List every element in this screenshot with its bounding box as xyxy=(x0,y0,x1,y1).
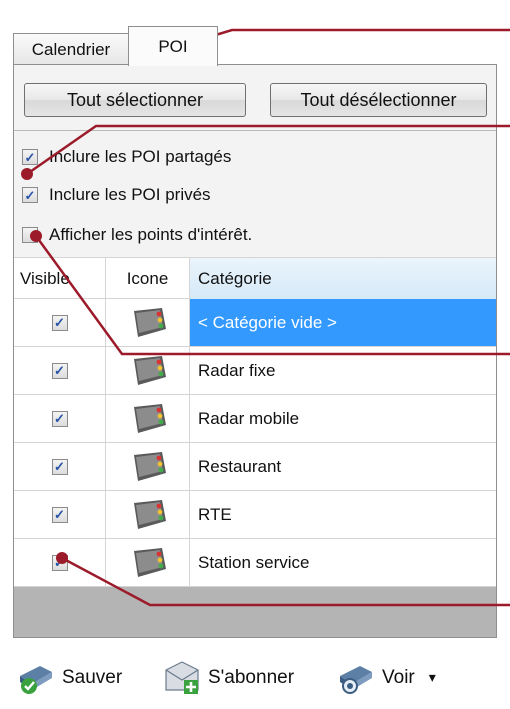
chevron-down-icon[interactable]: ▾ xyxy=(429,669,436,686)
category-cell: RTE xyxy=(198,504,232,524)
checkmark-icon: ✓ xyxy=(54,555,65,570)
poi-category-grid: Visible Icone Catégorie ✓ < Catégorie vi… xyxy=(14,257,496,637)
tab-poi[interactable]: POI xyxy=(128,26,218,66)
select-all-button[interactable]: Tout sélectionner xyxy=(24,83,246,117)
divider xyxy=(14,130,496,131)
table-row[interactable]: ✓ < Catégorie vide > xyxy=(14,299,496,347)
show-poi-option[interactable]: Afficher les points d'intérêt. xyxy=(22,222,252,248)
grid-header: Visible Icone Catégorie xyxy=(14,257,496,299)
column-header-visible[interactable]: Visible xyxy=(14,258,106,299)
checkmark-icon: ✓ xyxy=(24,149,36,165)
category-cell: Station service xyxy=(198,552,310,572)
visible-checkbox[interactable]: ✓ xyxy=(51,362,68,379)
show-poi-checkbox[interactable] xyxy=(22,227,38,243)
deselect-all-button[interactable]: Tout désélectionner xyxy=(270,83,487,117)
option-label: Inclure les POI privés xyxy=(49,185,211,204)
visible-checkbox[interactable]: ✓ xyxy=(51,410,68,427)
visible-checkbox[interactable]: ✓ xyxy=(51,506,68,523)
category-cell: Radar mobile xyxy=(198,408,300,428)
tab-calendrier[interactable]: Calendrier xyxy=(13,33,129,65)
view-icon xyxy=(340,665,372,694)
grid-empty-area xyxy=(14,587,496,637)
table-row[interactable]: ✓ Radar mobile xyxy=(14,395,496,443)
visible-checkbox[interactable]: ✓ xyxy=(51,314,68,331)
option-label: Inclure les POI partagés xyxy=(49,147,232,166)
poi-category-icon xyxy=(133,451,166,481)
save-icon xyxy=(20,665,52,694)
save-label: Sauver xyxy=(62,666,123,688)
poi-category-icon xyxy=(133,499,166,529)
visible-checkbox[interactable]: ✓ xyxy=(51,458,68,475)
include-private-poi-checkbox[interactable]: ✓ xyxy=(22,187,38,203)
bottom-toolbar: Sauver S'abonner Voir ▾ xyxy=(0,650,510,705)
subscribe-icon xyxy=(165,660,199,694)
checkmark-icon: ✓ xyxy=(54,315,65,330)
checkmark-icon: ✓ xyxy=(54,363,65,378)
option-label: Afficher les points d'intérêt. xyxy=(49,225,253,244)
view-label: Voir xyxy=(382,666,415,688)
column-header-icone[interactable]: Icone xyxy=(106,258,190,299)
category-cell: Restaurant xyxy=(198,456,282,476)
column-header-categorie[interactable]: Catégorie xyxy=(190,258,496,299)
category-cell: < Catégorie vide > xyxy=(190,299,496,346)
subscribe-label: S'abonner xyxy=(208,666,295,688)
include-shared-poi-checkbox[interactable]: ✓ xyxy=(22,149,38,165)
poi-category-icon xyxy=(133,403,166,433)
category-cell: Radar fixe xyxy=(198,360,276,380)
table-row[interactable]: ✓ Restaurant xyxy=(14,443,496,491)
checkmark-icon: ✓ xyxy=(54,507,65,522)
include-shared-poi-option[interactable]: ✓ Inclure les POI partagés xyxy=(22,144,231,170)
tab-strip: Calendrier POI xyxy=(0,0,510,66)
table-row[interactable]: ✓ Radar fixe xyxy=(14,347,496,395)
poi-category-icon xyxy=(133,547,166,577)
checkmark-icon: ✓ xyxy=(54,459,65,474)
save-button[interactable]: Sauver xyxy=(16,650,122,705)
subscribe-button[interactable]: S'abonner xyxy=(162,650,294,705)
table-row[interactable]: ✓ Station service xyxy=(14,539,496,587)
poi-category-icon xyxy=(133,355,166,385)
view-button[interactable]: Voir ▾ xyxy=(336,650,436,705)
visible-checkbox[interactable]: ✓ xyxy=(51,554,68,571)
checkmark-icon: ✓ xyxy=(54,411,65,426)
poi-category-icon xyxy=(133,307,166,337)
table-row[interactable]: ✓ RTE xyxy=(14,491,496,539)
include-private-poi-option[interactable]: ✓ Inclure les POI privés xyxy=(22,182,211,208)
checkmark-icon: ✓ xyxy=(24,187,36,203)
